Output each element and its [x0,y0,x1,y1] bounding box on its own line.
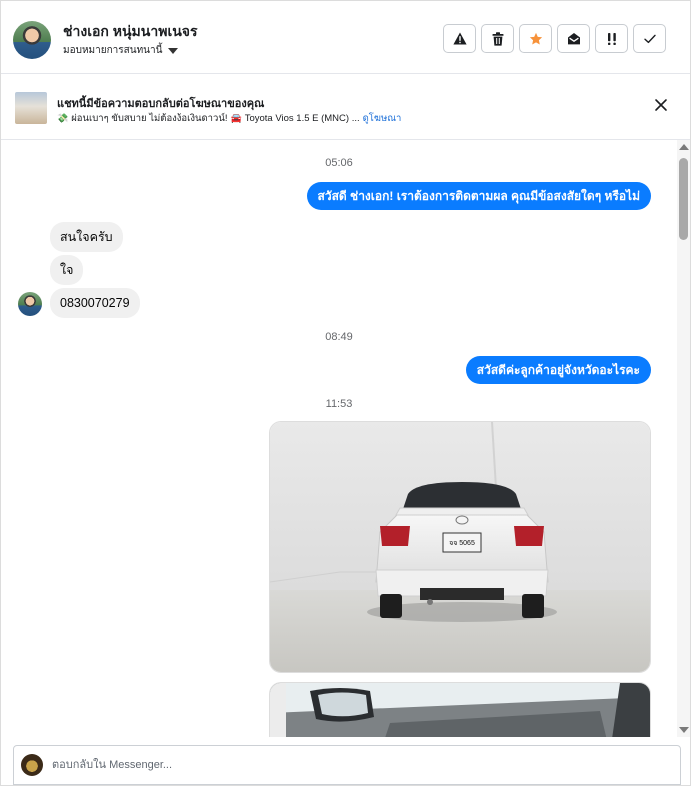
scroll-down-arrow-icon[interactable] [679,727,689,733]
timestamp: 11:53 [325,398,353,410]
priority-button[interactable] [595,24,628,53]
page-avatar [21,754,43,776]
scrollbar-thumb[interactable] [679,158,688,240]
mark-done-button[interactable] [633,24,666,53]
trash-icon [492,31,503,46]
outgoing-message[interactable]: สวัสดี ช่างเอก! เราต้องการติดตามผล คุณมี… [306,182,651,210]
scroll-up-arrow-icon[interactable] [679,144,689,150]
car-photo-interior[interactable] [269,682,651,737]
timestamp: 08:49 [325,331,353,343]
car-icon: 🚘 [230,113,242,123]
license-plate: จจ 5065 [449,540,475,547]
ad-thumbnail[interactable] [15,92,47,124]
incoming-message[interactable]: สนใจครับ [50,222,123,252]
car-photo-rear[interactable]: จจ 5065 [269,421,651,673]
caret-down-icon [168,47,179,54]
car-interior-image [270,683,650,737]
scrollbar[interactable] [677,140,690,737]
delete-button[interactable] [481,24,514,53]
ad-banner-details: 💸 ผ่อนเบาๆ ขับสบาย ไม่ต้องง้อเงินดาวน์! … [57,111,401,126]
timestamp: 05:06 [325,157,353,169]
car-rear-image: จจ 5065 [270,422,650,672]
spam-button[interactable] [443,24,476,53]
money-icon: 💸 [57,113,69,123]
incoming-message[interactable]: ใจ [50,255,84,285]
check-icon [643,34,656,43]
assign-label: มอบหมายการสนทนานี้ [63,45,163,56]
follow-up-button[interactable] [519,24,552,53]
envelope-open-icon [567,33,580,45]
reply-input[interactable] [52,746,652,784]
assign-conversation-dropdown[interactable]: มอบหมายการสนทนานี้ [63,43,179,58]
outgoing-message[interactable]: สวัสดีค่ะลูกค้าอยู่จังหวัดอะไรคะ [465,356,651,384]
reply-box [13,745,681,785]
view-ad-link[interactable]: ดูโฆษณา [363,111,402,126]
warning-icon [452,32,467,45]
star-icon [529,32,542,44]
car-text: Toyota Vios 1.5 E (MNC) ... [244,113,360,124]
message-thread[interactable]: 05:06 สวัสดี ช่างเอก! เราต้องการติดตามผล… [1,140,677,737]
sender-avatar [18,292,42,316]
conversation-header: ช่างเอก หนุ่มนาพเนจร มอบหมายการสนทนานี้ [1,1,690,74]
contact-name[interactable]: ช่างเอก หนุ่มนาพเนจร [63,21,198,43]
contact-avatar[interactable] [13,21,51,59]
incoming-message[interactable]: 0830070279 [50,288,140,318]
mark-unread-button[interactable] [557,24,590,53]
action-toolbar [443,24,666,53]
ad-banner-title: แชทนี้มีข้อความตอบกลับต่อโฆษณาของคุณ [57,98,265,110]
ad-text: ผ่อนเบาๆ ขับสบาย ไม่ต้องง้อเงินดาวน์! [71,113,228,124]
conversation-panel: ช่างเอก หนุ่มนาพเนจร มอบหมายการสนทนานี้ [0,0,691,786]
close-icon[interactable] [654,98,668,112]
priority-icon [607,32,616,45]
ad-reply-banner: แชทนี้มีข้อความตอบกลับต่อโฆษณาของคุณ 💸 ผ… [1,74,690,140]
